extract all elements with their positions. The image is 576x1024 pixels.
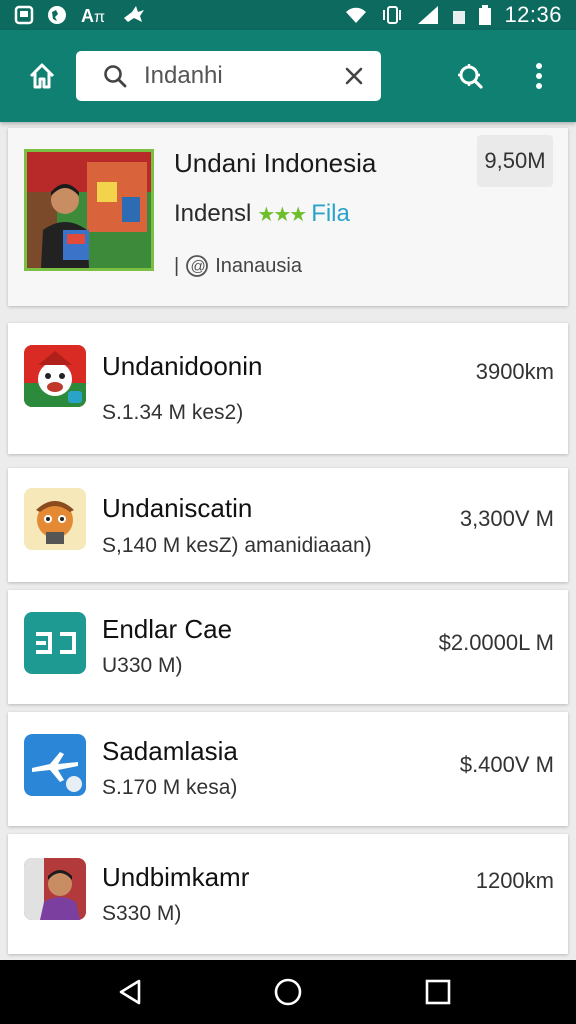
- home-nav-button[interactable]: [266, 972, 310, 1012]
- separator: |: [174, 254, 180, 277]
- more-vertical-icon: [536, 63, 542, 89]
- app-bar: [0, 30, 576, 122]
- back-icon: [119, 979, 141, 1005]
- person-photo-icon: [24, 858, 86, 920]
- result-row[interactable]: Undaniscatin S,140 M kesZ) amanidiaaan) …: [8, 468, 568, 582]
- bird-icon: [122, 4, 146, 26]
- cartoon-character-icon: [24, 488, 86, 550]
- search-settings-icon: [458, 64, 483, 89]
- result-row[interactable]: Sadamlasia S.170 M kesa) $.400V M: [8, 712, 568, 826]
- home-button[interactable]: [22, 56, 62, 96]
- close-icon: [345, 67, 363, 85]
- globe-icon: [46, 4, 68, 26]
- featured-thumbnail: [24, 149, 154, 271]
- result-price: $.400V M: [459, 752, 554, 777]
- santa-face-icon: [24, 345, 86, 407]
- featured-subtitle: Indensl ★★★ Fila: [174, 200, 350, 228]
- status-bar: Aπ 12:36: [0, 0, 576, 30]
- featured-meta: | @ Inanausia: [174, 254, 302, 278]
- featured-title: Undani Indonesia: [174, 148, 377, 178]
- search-box[interactable]: [76, 51, 381, 101]
- wifi-icon: [344, 4, 368, 26]
- clear-search-button[interactable]: [341, 63, 367, 89]
- status-time: 12:36: [504, 2, 562, 27]
- featured-result[interactable]: Undani Indonesia Indensl ★★★ Fila | @ In…: [8, 128, 568, 306]
- battery-icon: [478, 4, 492, 26]
- svg-text:@: @: [191, 258, 206, 275]
- result-title: Undaniscatin: [102, 493, 253, 523]
- status-bar-left: Aπ: [14, 4, 146, 26]
- result-row[interactable]: Undbimkamr S330 M) 1200km: [8, 834, 568, 954]
- status-bar-right: 12:36: [344, 2, 562, 28]
- notification-icon: [14, 4, 34, 26]
- plane-icon: [24, 734, 86, 796]
- rating-stars: ★★★: [257, 203, 307, 226]
- featured-tag: Fila: [311, 200, 350, 227]
- vibrate-icon: [380, 4, 404, 26]
- back-button[interactable]: [108, 974, 152, 1010]
- result-title: Undanidoonin: [102, 351, 263, 381]
- recents-icon: [425, 979, 451, 1005]
- result-subtitle: S.1.34 M kes2): [102, 401, 244, 424]
- result-price: 3900km: [475, 359, 554, 384]
- signal-icon: [416, 4, 440, 26]
- result-row[interactable]: Endlar Cae U330 M) $2.0000L M: [8, 590, 568, 704]
- result-title: Sadamlasia: [102, 736, 238, 766]
- at-icon: @: [186, 255, 209, 277]
- featured-subtitle-text: Indensl: [174, 200, 252, 227]
- svg-text:A: A: [81, 6, 94, 26]
- result-price: $2.0000L M: [438, 630, 554, 655]
- more-options-button[interactable]: [522, 56, 556, 96]
- result-subtitle: U330 M): [102, 654, 183, 677]
- search-icon: [102, 63, 132, 89]
- signal-bars-icon: [452, 4, 466, 26]
- result-price: 1200km: [475, 868, 554, 893]
- svg-text:π: π: [94, 9, 105, 26]
- result-price: 3,300V M: [459, 506, 554, 531]
- recents-button[interactable]: [416, 972, 460, 1012]
- voice-search-button[interactable]: [450, 56, 490, 96]
- search-input[interactable]: [144, 62, 334, 90]
- result-subtitle: S.170 M kesa): [102, 776, 238, 799]
- result-subtitle: S,140 M kesZ) amanidiaaan): [102, 534, 372, 557]
- home-circle-icon: [274, 978, 302, 1006]
- featured-meta-text: Inanausia: [215, 254, 302, 277]
- result-title: Undbimkamr: [102, 862, 250, 892]
- result-row[interactable]: Undanidoonin S.1.34 M kes2) 3900km: [8, 323, 568, 454]
- featured-price: 9,50M: [477, 135, 553, 187]
- result-title: Endlar Cae: [102, 614, 233, 644]
- result-subtitle: S330 M): [102, 902, 182, 925]
- teal-app-icon: [24, 612, 86, 674]
- navigation-bar: [0, 960, 576, 1024]
- home-icon: [29, 63, 55, 89]
- keyboard-icon: Aπ: [80, 4, 110, 26]
